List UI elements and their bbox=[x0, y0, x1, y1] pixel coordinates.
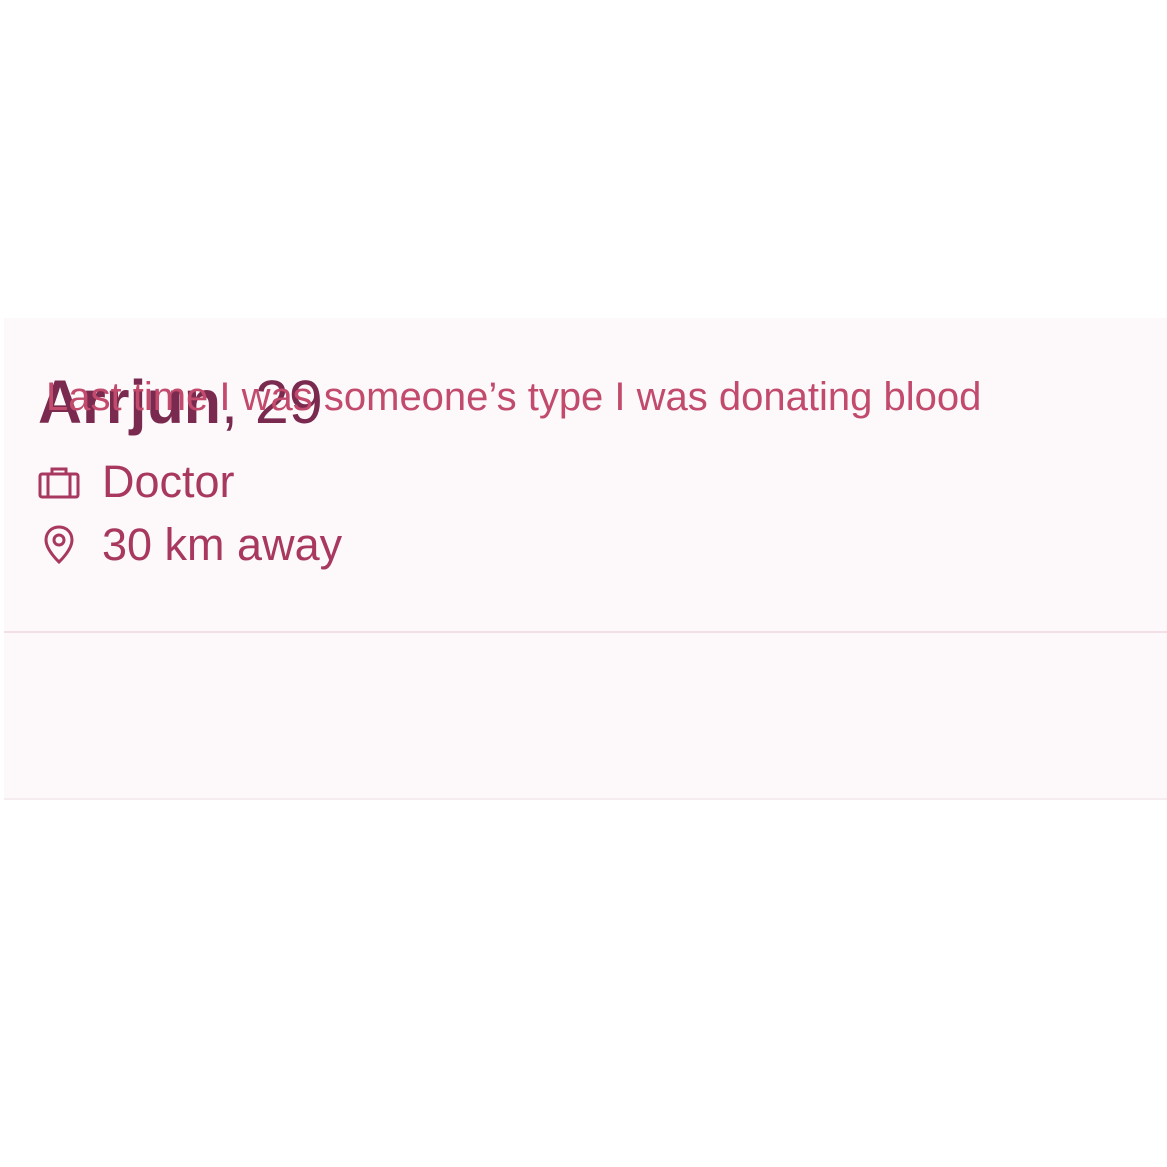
profile-header: Arrjun, 29 Doctor 30 km away bbox=[4, 318, 1167, 631]
bio-section bbox=[4, 633, 1167, 798]
briefcase-icon bbox=[38, 461, 80, 503]
card-bottom-border bbox=[4, 798, 1167, 800]
location-pin-icon bbox=[38, 524, 80, 566]
profile-screen: Arrjun, 29 Doctor 30 km away Last time I… bbox=[0, 0, 1167, 1167]
job-row: Doctor bbox=[38, 454, 235, 510]
job-label: Doctor bbox=[102, 456, 235, 507]
distance-row: 30 km away bbox=[38, 517, 342, 573]
bio-text: Last time I was someone’s type I was don… bbox=[46, 375, 982, 419]
distance-label: 30 km away bbox=[102, 519, 343, 570]
